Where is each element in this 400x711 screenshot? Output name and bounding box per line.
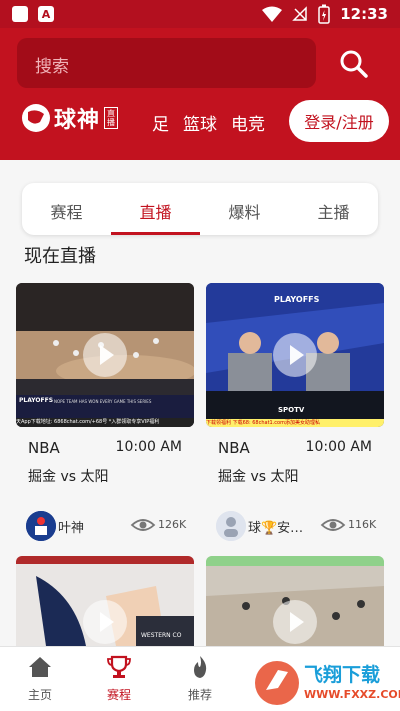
live-thumbnail[interactable]: PLAYOFFS SPOTV 下载领福利 下载68: 68chat1.com添加… (206, 283, 384, 427)
bottom-nav-label: 赛程 (106, 688, 131, 702)
app-header: 搜索 球神 直播 足 篮球 电竞 登录/注册 (0, 28, 400, 160)
bottom-nav-schedule[interactable]: 赛程 (89, 655, 149, 703)
league-label: NBA (28, 439, 60, 457)
app-screen: A 12:33 搜索 球神 直播 足 篮球 电竞 登录/注册 赛程 直播 爆料 … (0, 0, 400, 711)
live-thumbnail[interactable]: WESTERN CO (16, 556, 194, 646)
match-time: 10:00 AM (115, 439, 182, 455)
play-icon[interactable] (83, 600, 127, 644)
streamer-name[interactable]: 叶神 (58, 517, 84, 536)
view-count: 116K (348, 518, 377, 531)
notification-badge-icon (12, 6, 28, 22)
live-thumbnail[interactable]: PLAYOFFS NOPE TEAM HAS WON EVERY GAME TH… (16, 283, 194, 427)
avatar[interactable] (216, 511, 246, 541)
match-teams: 掘金 vs 太阳 (218, 469, 299, 485)
play-icon[interactable] (273, 600, 317, 644)
nav-item-esports[interactable]: 电竞 (231, 110, 265, 135)
tab-streamers[interactable]: 主播 (289, 183, 378, 235)
battery-icon (318, 4, 330, 24)
live-card[interactable] (206, 556, 384, 646)
streamer-name[interactable]: 球🏆安… (248, 517, 303, 536)
content-tabs: 赛程 直播 爆料 主播 (22, 183, 378, 235)
thumb-overlay-top: PLAYOFFS (274, 295, 320, 304)
match-teams: 掘金 vs 太阳 (28, 469, 109, 485)
search-input[interactable]: 搜索 (17, 38, 316, 88)
thumb-overlay-top: WESTERN CO (141, 632, 182, 639)
login-register-button[interactable]: 登录/注册 (289, 100, 389, 142)
status-bar: A 12:33 (0, 0, 400, 28)
thumb-overlay-bottom: 下载领福利 下载68: 68chat1.com添加美女助理私 (206, 420, 320, 426)
search-icon[interactable] (336, 46, 372, 82)
search-placeholder: 搜索 (35, 57, 69, 77)
home-icon (29, 657, 51, 677)
logo-text: 球神 (54, 108, 101, 133)
thumb-overlay-caption: NOPE TEAM HAS WON EVERY GAME THIS SERIES (54, 399, 152, 404)
tab-news[interactable]: 爆料 (200, 183, 289, 235)
live-card[interactable]: PLAYOFFS NOPE TEAM HAS WON EVERY GAME TH… (16, 283, 194, 545)
league-label: NBA (218, 439, 250, 457)
text-a-icon: A (38, 6, 54, 22)
sport-nav: 足 篮球 电竞 (152, 110, 265, 135)
app-logo: 球神 直播 (22, 102, 119, 134)
signal-off-icon (292, 6, 307, 21)
logo-tag: 直播 (104, 107, 119, 129)
watermark-logo-icon (255, 661, 299, 705)
nav-item-football[interactable]: 足 (152, 110, 169, 135)
eye-icon (130, 519, 156, 531)
avatar[interactable] (26, 511, 56, 541)
play-icon[interactable] (83, 333, 127, 377)
tab-live[interactable]: 直播 (111, 183, 200, 235)
match-time: 10:00 AM (305, 439, 372, 455)
watermark: 飞翔下载 WWW.FXXZ.COM (252, 656, 400, 710)
bottom-nav-home[interactable]: 主页 (10, 655, 70, 703)
thumb-overlay-bottom: 天App下载地址: 6868chat.com/+68号 *入群领取专享VIP福利 (16, 418, 194, 427)
clock: 12:33 (340, 5, 388, 23)
bottom-nav-label: 主页 (27, 688, 52, 702)
thumb-overlay-top: PLAYOFFS (19, 397, 54, 404)
live-card[interactable]: PLAYOFFS SPOTV 下载领福利 下载68: 68chat1.com添加… (206, 283, 384, 545)
bottom-nav-recommend[interactable]: 推荐 (170, 655, 230, 703)
nav-item-basketball[interactable]: 篮球 (183, 110, 217, 135)
live-card[interactable]: WESTERN CO (16, 556, 194, 646)
play-icon[interactable] (273, 333, 317, 377)
watermark-text: 飞翔下载 (304, 664, 381, 686)
watermark-url: WWW.FXXZ.COM (304, 688, 400, 701)
section-title: 现在直播 (24, 246, 96, 267)
thumb-overlay-badge: SPOTV (278, 406, 305, 414)
tab-schedule[interactable]: 赛程 (22, 183, 111, 235)
soccer-ball-icon (22, 104, 50, 132)
wifi-icon (262, 6, 283, 22)
live-thumbnail[interactable] (206, 556, 384, 646)
eye-icon (320, 519, 346, 531)
flame-icon (194, 656, 207, 678)
view-count: 126K (158, 518, 187, 531)
bottom-nav-label: 推荐 (187, 688, 212, 702)
trophy-icon (107, 655, 131, 678)
